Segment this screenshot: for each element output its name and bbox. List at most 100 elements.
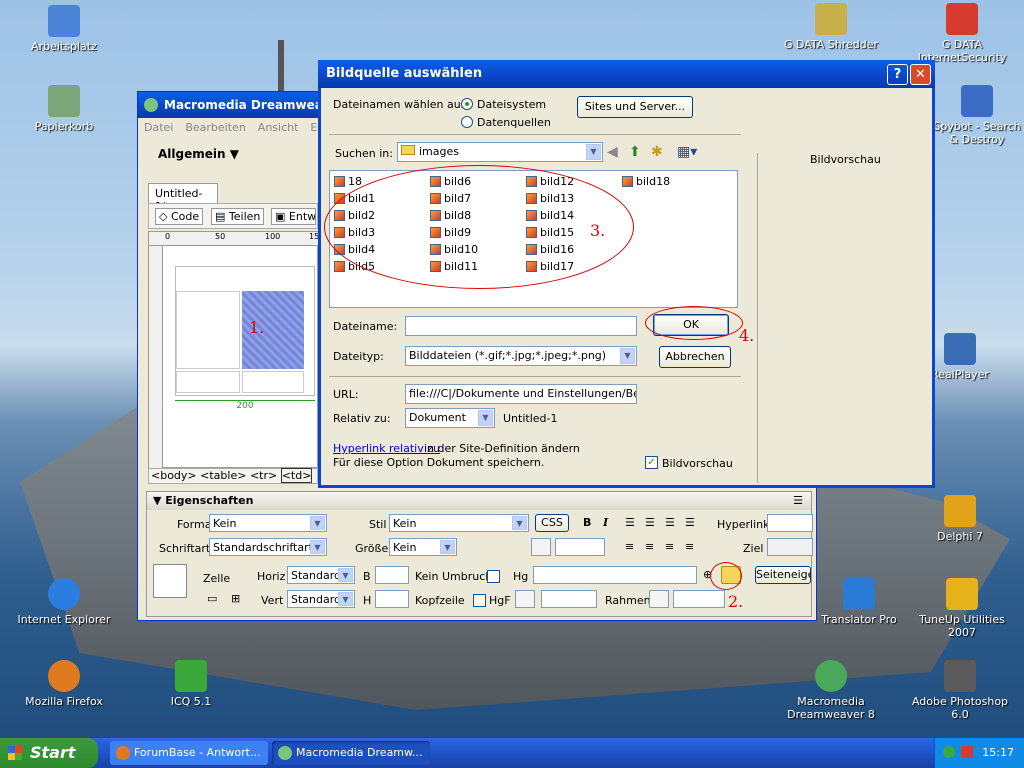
desktop-icon-my-computer[interactable]: Arbeitsplatz [9,5,119,53]
annotation-ellipse-3 [324,165,634,289]
tray-shield-icon[interactable] [961,746,973,758]
filesystem-radio[interactable] [461,98,473,110]
bgcolor-input[interactable] [541,590,597,608]
shredder-icon [815,3,847,35]
filename-input[interactable] [405,316,637,336]
italic-button[interactable]: I [603,516,608,529]
layout-table[interactable] [175,266,315,396]
font-select[interactable]: Standardschriftart ▼ [209,538,327,556]
close-button[interactable]: ✕ [910,63,931,85]
desktop-icon-translator[interactable]: Translator Pro [812,578,906,626]
url-input[interactable]: file:///C|/Dokumente und Einstellungen/B… [405,384,637,404]
taskbar-item-dreamweaver[interactable]: Macromedia Dreamw... [272,741,430,765]
bold-button[interactable]: B [583,516,591,529]
desktop-icon-icq[interactable]: ICQ 5.1 [136,660,246,708]
insert-bar-category[interactable]: Allgemein ▼ [158,147,239,161]
desktop-icon-tuneup[interactable]: TuneUp Utilities 2007 [906,578,1018,639]
size-select[interactable]: Kein ▼ [389,538,457,556]
help-button[interactable]: ? [887,63,908,85]
table-width-indicator: 200 [175,400,315,411]
text-color-input[interactable] [555,538,605,556]
tag-tr[interactable]: <tr> [250,469,277,482]
file-list[interactable]: 18 bild1 bild2 bild3 bild4 bild5 bild6 b… [324,165,738,308]
back-icon[interactable]: ◀ [607,144,618,160]
justify-icon[interactable]: ☰ [685,516,695,529]
doc-tab[interactable]: Untitled-1* [148,183,218,213]
folder-icon [401,145,415,155]
page-properties-button[interactable]: Seiteneigen [755,566,811,584]
table-cell[interactable] [242,371,304,393]
merge-cells-icon[interactable]: ▭ [207,592,217,605]
cell-height-input[interactable] [375,590,409,608]
ordered-list-icon[interactable]: ≡ [645,540,654,553]
border-color-picker[interactable] [649,590,669,608]
unordered-list-icon[interactable]: ≡ [625,540,634,553]
split-cell-icon[interactable]: ⊞ [231,592,240,605]
taskbar-item-forumbase[interactable]: ForumBase - Antwort... [110,741,268,765]
desktop-icon-recycle-bin[interactable]: Papierkorb [9,85,119,133]
properties-header[interactable]: ▼ Eigenschaften ☰ [147,492,811,510]
sites-and-servers-button[interactable]: Sites und Server... [577,96,693,118]
design-view-button[interactable]: ▣ Entw [271,208,316,225]
dialog-titlebar[interactable]: Bildquelle auswählen ? ✕ [318,60,935,88]
desktop-icon-photoshop[interactable]: Adobe Photoshop 6.0 [904,660,1016,721]
desktop-icon-gdata-security[interactable]: G DATA InternetSecurity [900,3,1024,64]
code-icon: ◇ [159,210,168,223]
desktop-icon-dreamweaver[interactable]: Macromedia Dreamweaver 8 [776,660,886,721]
align-right-icon[interactable]: ☰ [665,516,675,529]
style-select[interactable]: Kein ▼ [389,514,529,532]
split-view-button[interactable]: ▤ Teilen [211,208,265,225]
table-cell[interactable] [176,291,240,369]
vertical-align-select[interactable]: Standard ▼ [287,590,355,608]
panel-options-icon[interactable]: ☰ [793,492,803,510]
desktop-icon-firefox[interactable]: Mozilla Firefox [9,660,119,708]
background-image-input[interactable] [533,566,697,584]
text-color-picker[interactable] [531,538,551,556]
design-canvas[interactable]: 0 50 100 15 200 [148,231,319,469]
desktop-icon-realplayer[interactable]: RealPlayer [930,333,990,381]
annotation-ellipse-4 [645,306,743,340]
new-folder-icon[interactable]: ✱ [651,144,663,160]
select-image-dialog: Bildquelle auswählen ? ✕ Dateinamen wähl… [318,60,935,488]
outdent-icon[interactable]: ≡ [665,540,674,553]
up-folder-icon[interactable]: ⬆ [629,144,641,160]
start-button[interactable]: Start [0,738,98,768]
css-button[interactable]: CSS [535,514,569,532]
cancel-button[interactable]: Abbrechen [659,346,731,368]
datasources-radio[interactable] [461,116,473,128]
align-left-icon[interactable]: ☰ [625,516,635,529]
menu-datei[interactable]: Datei [144,121,173,134]
desktop-icon-gdata-shredder[interactable]: G DATA Shredder [776,3,886,51]
horizontal-align-select[interactable]: Standard ▼ [287,566,355,584]
tag-td[interactable]: <td> [280,468,313,483]
bgcolor-picker[interactable] [515,590,535,608]
filetype-select[interactable]: Bilddateien (*.gif;*.jpg;*.jpeg;*.png) ▼ [405,346,637,366]
file-item[interactable]: 18 [334,175,362,188]
nowrap-checkbox[interactable] [487,570,500,583]
look-in-select[interactable]: images ▼ [397,142,603,162]
table-cell[interactable] [176,371,240,393]
align-center-icon[interactable]: ☰ [645,516,655,529]
format-select[interactable]: Kein ▼ [209,514,327,532]
chevron-down-icon: ▼ [620,348,635,364]
desktop-icon-ie[interactable]: Internet Explorer [9,578,119,626]
border-color-input[interactable] [673,590,725,608]
file-item[interactable]: bild18 [622,175,670,188]
chevron-down-icon: ▼ [512,516,527,530]
desktop-icon-delphi[interactable]: Delphi 7 [930,495,990,543]
menu-bearbeiten[interactable]: Bearbeiten [185,121,245,134]
menu-ansicht[interactable]: Ansicht [258,121,299,134]
tray-network-icon[interactable] [943,746,955,758]
tag-body[interactable]: <body> [151,469,197,482]
relative-to-select[interactable]: Dokument ▼ [405,408,495,428]
hyperlink-input[interactable] [767,514,813,532]
code-view-button[interactable]: ◇ Code [155,208,204,225]
preview-checkbox[interactable]: ✓ [645,456,658,469]
cell-width-input[interactable] [375,566,409,584]
desktop-icon-spybot[interactable]: Spybot - Search & Destroy [930,85,1024,146]
header-checkbox[interactable] [473,594,486,607]
indent-icon[interactable]: ≡ [685,540,694,553]
target-select[interactable] [767,538,813,556]
view-menu-icon[interactable]: ▦▾ [677,144,697,160]
tag-table[interactable]: <table> [200,469,246,482]
